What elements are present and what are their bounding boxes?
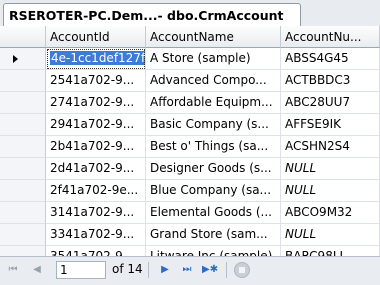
cell-accountid[interactable]: 2b41a702-9... [46,136,146,158]
cell-accountnumber[interactable]: NULL [281,158,380,180]
row-header[interactable] [0,202,46,224]
cell-text: 2941a702-9... [50,117,135,131]
cell-accountid[interactable]: 2f41a702-9e... [46,180,146,202]
table-row[interactable]: 2f41a702-9e... Blue Company (sa... NULL [0,180,380,202]
cell-accountnumber[interactable]: BARC98LL [281,246,380,256]
results-grid[interactable]: AccountId AccountName AccountNu... 4e-1c… [0,26,380,256]
row-header[interactable] [0,92,46,114]
new-row-icon[interactable]: ▶✱ [202,263,218,277]
next-icon[interactable]: ▶ [158,263,172,277]
page-number-input[interactable]: 1 [56,261,106,279]
cell-accountid[interactable]: 2541a702-9... [46,70,146,92]
cell-accountid[interactable]: 4e-1cc1def127f4 [46,48,146,70]
cell-accountname[interactable]: A Store (sample) [146,48,281,70]
cell-text: 2f41a702-9e... [50,183,139,197]
tab-strip: RSEROTER-PC.Dem...- dbo.CrmAccount [0,0,380,27]
row-header[interactable] [0,246,46,256]
cell-accountname[interactable]: Grand Store (sam... [146,224,281,246]
row-header[interactable] [0,180,46,202]
table-row[interactable]: 3341a702-9... Grand Store (sam... NULL [0,224,380,246]
row-header[interactable] [0,224,46,246]
cell-accountnumber[interactable]: ABC28UU7 [281,92,380,114]
column-header-accountname[interactable]: AccountName [146,26,281,48]
first-icon[interactable]: ⏮ [6,263,20,277]
row-header[interactable] [0,114,46,136]
table-row[interactable]: 2541a702-9... Advanced Compo... ACTBBDC3 [0,70,380,92]
binding-navigator: ⏮ ◀ 1 of 14 ▶ ⏭ ▶✱ [0,256,380,285]
stop-icon[interactable] [234,262,250,278]
last-icon[interactable]: ⏭ [180,263,194,277]
cell-accountname[interactable]: Best o' Things (sa... [146,136,281,158]
cell-accountnumber[interactable]: NULL [281,180,380,202]
cell-accountid[interactable]: 2741a702-9... [46,92,146,114]
cell-accountnumber[interactable]: ACTBBDC3 [281,70,380,92]
current-row-icon [13,55,18,63]
row-header[interactable] [0,48,46,70]
table-row[interactable]: 3141a702-9... Elemental Goods (... ABCO9M3… [0,202,380,224]
cell-accountid[interactable]: 2941a702-9... [46,114,146,136]
cell-text: 3141a702-9... [50,205,135,219]
cell-accountid[interactable]: 2d41a702-9... [46,158,146,180]
cell-accountid[interactable]: 3141a702-9... [46,202,146,224]
table-row[interactable]: 2b41a702-9... Best o' Things (sa... ACSHN2… [0,136,380,158]
cell-accountname[interactable]: Elemental Goods (... [146,202,281,224]
cell-accountname[interactable]: Affordable Equipm... [146,92,281,114]
row-header[interactable] [0,70,46,92]
row-header[interactable] [0,136,46,158]
cell-accountnumber[interactable]: AFFSE9IK [281,114,380,136]
row-header-corner [0,26,46,48]
cell-accountid[interactable]: 3341a702-9... [46,224,146,246]
separator [148,262,149,278]
cell-accountnumber[interactable]: ABSS4G45 [281,48,380,70]
cell-accountname[interactable]: Designer Goods (s... [146,158,281,180]
previous-icon[interactable]: ◀ [30,263,44,277]
cell-accountname[interactable]: Blue Company (sa... [146,180,281,202]
cell-text: 2b41a702-9... [50,139,135,153]
table-row[interactable]: 3541a702-9 Litware Inc (sample) BARC98LL [0,246,380,256]
cell-accountname[interactable]: Basic Company (s... [146,114,281,136]
table-row[interactable]: 2941a702-9... Basic Company (s... AFFSE9IK [0,114,380,136]
cell-accountnumber[interactable]: NULL [281,224,380,246]
cell-text: 3341a702-9... [50,227,135,241]
cell-accountname[interactable]: Litware Inc (sample) [146,246,281,256]
cell-accountid[interactable]: 3541a702-9 [46,246,146,256]
cell-accountnumber[interactable]: ACSHN2S4 [281,136,380,158]
table-row[interactable]: 2741a702-9... Affordable Equipm... ABC28UU… [0,92,380,114]
cell-accountnumber[interactable]: ABCO9M32 [281,202,380,224]
cell-text: 2d41a702-9... [50,161,135,175]
table-row[interactable]: 4e-1cc1def127f4 A Store (sample) ABSS4G45 [0,48,380,70]
table-row[interactable]: 2d41a702-9... Designer Goods (s... NULL [0,158,380,180]
cell-text: 3541a702-9 [50,249,123,256]
column-header-accountid[interactable]: AccountId [46,26,146,48]
column-header-accountnumber[interactable]: AccountNu... [281,26,380,48]
page-count-label: of 14 [112,262,143,276]
tab-crm-account[interactable]: RSEROTER-PC.Dem...- dbo.CrmAccount [3,3,301,26]
cell-text: 2541a702-9... [50,73,135,87]
row-header[interactable] [0,158,46,180]
cell-text: 4e-1cc1def127f4 [50,51,145,65]
separator [226,262,227,278]
cell-text: 2741a702-9... [50,95,135,109]
cell-accountname[interactable]: Advanced Compo... [146,70,281,92]
